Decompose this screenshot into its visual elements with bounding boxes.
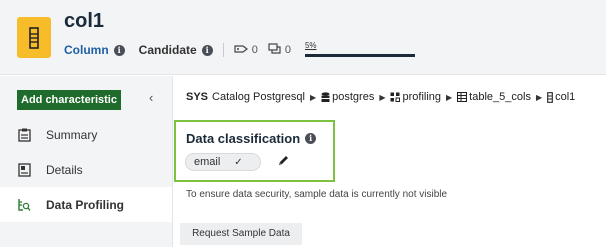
security-notice: To ensure data security, sample data is …: [186, 189, 448, 200]
add-characteristic-button[interactable]: Add characteristic: [17, 90, 121, 110]
breadcrumb-item-catalog[interactable]: Catalog Postgresql: [212, 91, 305, 103]
column-type-icon: [17, 17, 51, 58]
breadcrumb-item-schema[interactable]: profiling: [402, 91, 441, 103]
breadcrumb-item-database[interactable]: postgres: [332, 91, 374, 103]
status-info-icon[interactable]: i: [201, 44, 213, 56]
breadcrumb-arrow-icon: ▶: [379, 92, 386, 102]
tag-count: 0: [251, 44, 258, 56]
completeness-progress: 5%: [304, 41, 415, 59]
progress-bar: [304, 54, 415, 57]
sidebar-item-summary[interactable]: Summary: [0, 117, 172, 152]
asset-type-label[interactable]: Column: [64, 43, 109, 57]
database-icon: [321, 91, 330, 103]
breadcrumb-arrow-icon: ▶: [309, 92, 317, 102]
breadcrumb-arrow-icon: ▶: [446, 92, 453, 102]
comment-count: 0: [284, 44, 291, 56]
meta-divider: [222, 43, 224, 57]
sidebar-item-data-profiling[interactable]: Data Profiling: [0, 187, 172, 222]
request-sample-data-button[interactable]: Request Sample Data: [180, 223, 302, 245]
progress-label: 5%: [304, 41, 317, 50]
data-classification-panel: Data classification i email ✓: [174, 120, 335, 182]
breadcrumb: SYS Catalog Postgresql ▶ postgres ▶ prof…: [186, 89, 575, 105]
comment-icon[interactable]: [268, 42, 281, 58]
details-icon: [0, 162, 46, 177]
sidebar-item-label: Summary: [46, 127, 98, 142]
pencil-icon[interactable]: [277, 154, 290, 172]
asset-title: col1: [64, 10, 105, 32]
breadcrumb-item-table[interactable]: table_5_cols: [469, 91, 531, 103]
sidebar: Add characteristic ‹ Summary Details Dat…: [0, 76, 173, 247]
table-icon: [457, 92, 468, 102]
classification-chip[interactable]: email ✓: [185, 153, 261, 171]
schema-icon: [390, 92, 401, 102]
classification-info-icon[interactable]: i: [305, 133, 317, 144]
tag-icon[interactable]: [234, 43, 248, 57]
classification-chip-label: email: [194, 156, 221, 168]
sidebar-item-details[interactable]: Details: [0, 152, 172, 187]
sidebar-item-label: Details: [46, 162, 83, 177]
collapse-sidebar-icon[interactable]: ‹: [149, 90, 153, 105]
breadcrumb-sys: SYS: [186, 91, 209, 103]
status-label[interactable]: Candidate: [139, 43, 197, 57]
asset-meta: Column i Candidate i 0 0 5%: [64, 41, 415, 59]
column-icon: [547, 91, 553, 103]
data-classification-title: Data classification i: [186, 131, 317, 146]
check-icon[interactable]: ✓: [234, 157, 242, 168]
data-profiling-icon: [0, 198, 46, 212]
data-classification-heading: Data classification: [186, 131, 301, 146]
summary-icon: [0, 128, 46, 142]
breadcrumb-arrow-icon: ▶: [535, 92, 543, 102]
sidebar-item-label: Data Profiling: [46, 197, 125, 212]
asset-header: col1 Column i Candidate i 0 0 5%: [0, 0, 606, 75]
type-info-icon[interactable]: i: [113, 44, 125, 56]
breadcrumb-item-column[interactable]: col1: [555, 91, 575, 103]
